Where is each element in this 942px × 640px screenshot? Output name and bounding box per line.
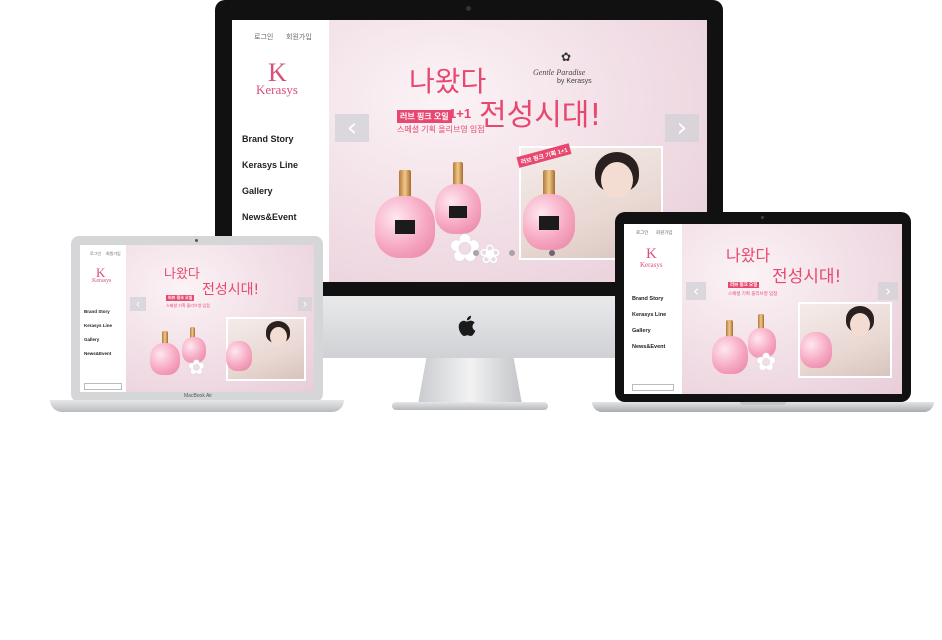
pro-logo-wordmark: Kerasys [640, 261, 663, 269]
butterfly-icon: ✿ [561, 50, 572, 64]
pager-dot-2[interactable] [509, 250, 515, 256]
nav-gallery[interactable]: Gallery [242, 186, 273, 196]
pro-headline-line1: 나왔다 [726, 246, 771, 265]
brand-by: by Kerasys [557, 78, 592, 85]
imac-stand-base [392, 402, 548, 410]
pro-flower-decoration: ✿ [756, 348, 777, 376]
flower-decoration-2: ❀ [479, 240, 501, 270]
logo-wordmark: Kerasys [256, 82, 298, 97]
air-top-link-login[interactable]: 로그인 [90, 251, 101, 257]
bottle-3-cap [543, 170, 555, 196]
air-top-link-join[interactable]: 회원가입 [106, 251, 121, 257]
macbook-pro-camera [761, 216, 764, 219]
pro-headline-line2: 전성시대! [772, 267, 842, 287]
flower-decoration: ✿ [449, 226, 481, 270]
brand-script: Gentle Paradise [533, 68, 586, 77]
top-link-join[interactable]: 회원가입 [286, 32, 312, 42]
promo-plus: 1+1 [449, 106, 472, 121]
air-headline-line2: 전성시대! [202, 282, 260, 298]
air-nav-news-event[interactable]: News&Event [84, 351, 111, 356]
nav-kerasys-line[interactable]: Kerasys Line [242, 160, 298, 170]
apple-logo-icon [458, 314, 478, 338]
macbook-air-label: MacBook Air [184, 393, 213, 399]
macbook-air-base [50, 400, 344, 412]
pro-top-link-join[interactable]: 회원가입 [656, 230, 673, 236]
bottle-1-label [395, 220, 415, 234]
bottle-2-label [449, 206, 467, 218]
pager-dot-3[interactable] [549, 250, 555, 256]
pro-top-link-login[interactable]: 로그인 [636, 230, 648, 236]
pro-hero-banner: ‹ › 나왔다 전성시대! 러브 핑크 오일 스페셜 기획 올리브영 입점 ✿ [682, 224, 902, 394]
top-link-login[interactable]: 로그인 [254, 32, 273, 42]
air-next-arrow[interactable]: › [298, 297, 312, 311]
imac-camera [466, 6, 471, 11]
pro-promo-badge: 러브 핑크 오일 [728, 282, 760, 288]
bottle-3-label [539, 216, 559, 230]
air-model-face [270, 327, 287, 346]
headline-line1: 나왔다 [409, 65, 487, 98]
air-promo-subtext: 스페셜 기획 올리브영 입점 [166, 303, 210, 308]
air-sidebar: 로그인 회원가입 K Kerasys Brand Story Kerasys L… [80, 245, 126, 392]
pro-nav-news-event[interactable]: News&Event [632, 344, 665, 350]
air-nav-gallery[interactable]: Gallery [84, 337, 99, 342]
nav-news-event[interactable]: News&Event [242, 212, 297, 222]
air-bottle-1 [150, 343, 180, 375]
promo-badge: 러브 핑크 오일 [397, 110, 452, 123]
pager-dot-1[interactable] [473, 250, 479, 256]
air-headline-line1: 나왔다 [164, 267, 200, 282]
kerasys-logo[interactable]: K Kerasys [252, 58, 312, 98]
air-promo-badge: 러브 핑크 오일 [166, 295, 195, 301]
promo-subtext: 스페셜 기획 올리브영 입점 [397, 125, 485, 134]
air-nav-brand-story[interactable]: Brand Story [84, 309, 110, 314]
pro-model-face [850, 313, 870, 336]
pro-prev-arrow[interactable]: ‹ [686, 282, 706, 300]
prev-arrow[interactable]: ‹ [335, 113, 369, 143]
pro-bottle-1 [712, 336, 748, 374]
next-arrow[interactable]: › [665, 113, 699, 143]
pro-bottle-3 [800, 332, 832, 368]
air-nav-kerasys-line[interactable]: Kerasys Line [84, 323, 112, 328]
pro-promo-subtext: 스페셜 기획 올리브영 입점 [728, 291, 778, 296]
imac-stand [418, 358, 522, 404]
pro-next-arrow[interactable]: › [878, 282, 898, 300]
pro-bottle-1-cap [726, 320, 733, 337]
macbook-air-screen: 로그인 회원가입 K Kerasys Brand Story Kerasys L… [80, 245, 314, 392]
pro-sidebar: 로그인 회원가입 K Kerasys Brand Story Kerasys L… [624, 224, 682, 394]
air-bottle-3 [226, 341, 252, 371]
air-hero-banner: ‹ › 나왔다 전성시대! 러브 핑크 오일 스페셜 기획 올리브영 입점 ✿ [126, 245, 314, 392]
air-logo-wordmark: Kerasys [92, 278, 112, 284]
nav-brand-story[interactable]: Brand Story [242, 134, 294, 144]
pro-nav-gallery[interactable]: Gallery [632, 328, 651, 334]
bottle-2-cap [453, 162, 463, 186]
macbook-pro-screen: 로그인 회원가입 K Kerasys Brand Story Kerasys L… [624, 224, 902, 394]
macbook-pro-notch [740, 402, 786, 405]
bottle-1-cap [399, 170, 411, 198]
model-face [601, 162, 633, 198]
macbook-air-camera [195, 239, 198, 242]
air-prev-arrow[interactable]: ‹ [130, 297, 146, 311]
air-flower-decoration: ✿ [188, 355, 205, 379]
pro-nav-kerasys-line[interactable]: Kerasys Line [632, 312, 666, 318]
pro-select-box[interactable] [632, 384, 674, 391]
pro-nav-brand-story[interactable]: Brand Story [632, 296, 663, 302]
air-select-box[interactable] [84, 383, 122, 390]
headline-line2: 전성시대! [479, 98, 602, 133]
pro-bottle-2-cap [758, 314, 764, 329]
